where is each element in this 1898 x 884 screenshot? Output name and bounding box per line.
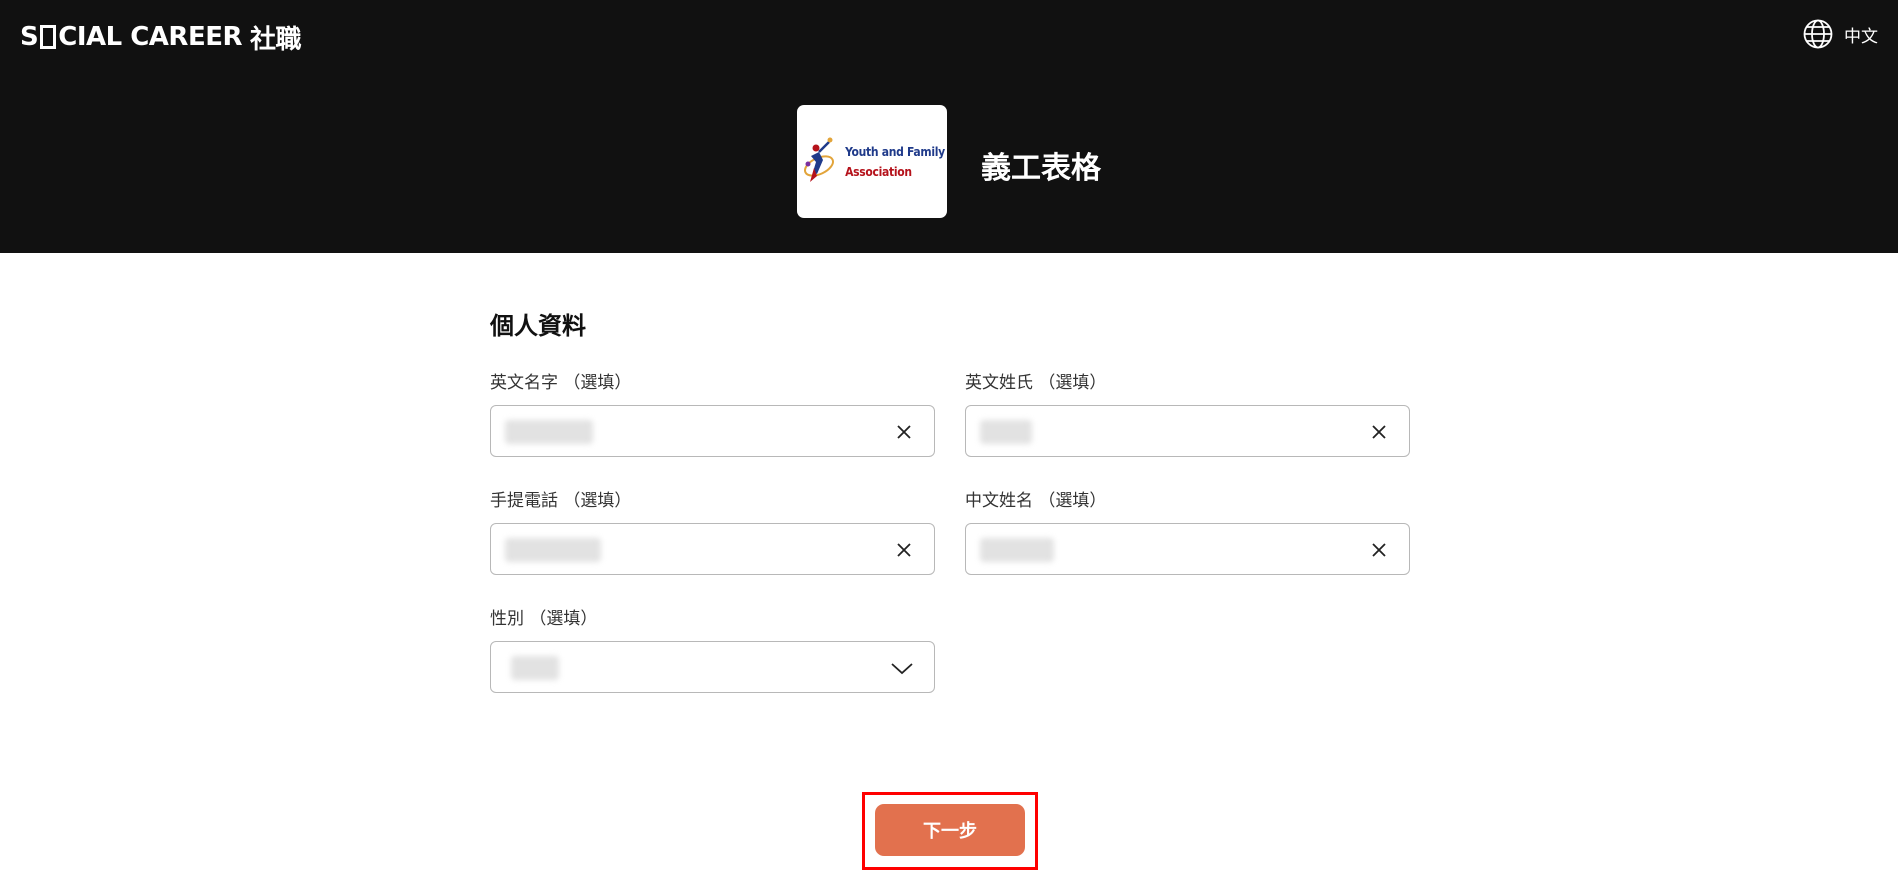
english-first-name-input[interactable]: ●●●●●● xyxy=(490,405,935,457)
mobile-phone-field: 手提電話 （選填） ●●●●●●● xyxy=(490,490,935,575)
close-icon[interactable] xyxy=(894,540,914,560)
gender-value: ●●● xyxy=(511,656,559,680)
mobile-phone-value: ●●●●●●● xyxy=(505,538,601,562)
page-header: S CIAL CAREER 社職 中文 Youth and Family Ass… xyxy=(0,0,1898,253)
chinese-name-label: 中文姓名 （選填） xyxy=(965,491,1107,511)
close-icon[interactable] xyxy=(1369,422,1389,442)
english-first-name-value: ●●●●●● xyxy=(505,420,593,444)
logo-text-line1: Youth and Family xyxy=(845,144,945,159)
mobile-phone-label: 手提電話 （選填） xyxy=(490,491,632,511)
form-title: 義工表格 xyxy=(981,151,1101,186)
organization-logo: Youth and Family Association xyxy=(797,105,947,218)
logo-text-line2: Association xyxy=(845,164,912,179)
brand-name: CIAL CAREER xyxy=(58,22,242,52)
english-last-name-label: 英文姓氏 （選填） xyxy=(965,373,1107,393)
chevron-down-icon[interactable] xyxy=(890,658,914,678)
english-last-name-value: ●●● xyxy=(980,420,1032,444)
brand-logo[interactable]: S CIAL CAREER 社職 xyxy=(20,20,302,55)
chinese-name-field: 中文姓名 （選填） ●●●●● xyxy=(965,490,1410,575)
english-last-name-field: 英文姓氏 （選填） ●●● xyxy=(965,372,1410,457)
english-first-name-field: 英文名字 （選填） ●●●●●● xyxy=(490,372,935,457)
globe-icon xyxy=(1802,18,1834,50)
chinese-name-value: ●●●●● xyxy=(980,538,1054,562)
brand-bracket-mark xyxy=(40,25,57,49)
language-label: 中文 xyxy=(1844,26,1878,47)
mobile-phone-input[interactable]: ●●●●●●● xyxy=(490,523,935,575)
english-last-name-input[interactable]: ●●● xyxy=(965,405,1410,457)
section-title: 個人資料 xyxy=(490,312,586,340)
gender-field: 性別 （選填） ●●● xyxy=(490,608,935,693)
association-emblem-icon xyxy=(804,137,835,182)
next-button[interactable]: 下一步 xyxy=(875,804,1025,856)
brand-name-cjk: 社職 xyxy=(250,24,302,55)
english-first-name-label: 英文名字 （選填） xyxy=(490,373,632,393)
gender-label: 性別 （選填） xyxy=(490,609,598,629)
gender-select[interactable]: ●●● xyxy=(490,641,935,693)
brand-prefix: S xyxy=(20,22,39,52)
chinese-name-input[interactable]: ●●●●● xyxy=(965,523,1410,575)
close-icon[interactable] xyxy=(894,422,914,442)
language-switcher[interactable]: 中文 xyxy=(1802,18,1878,50)
close-icon[interactable] xyxy=(1369,540,1389,560)
